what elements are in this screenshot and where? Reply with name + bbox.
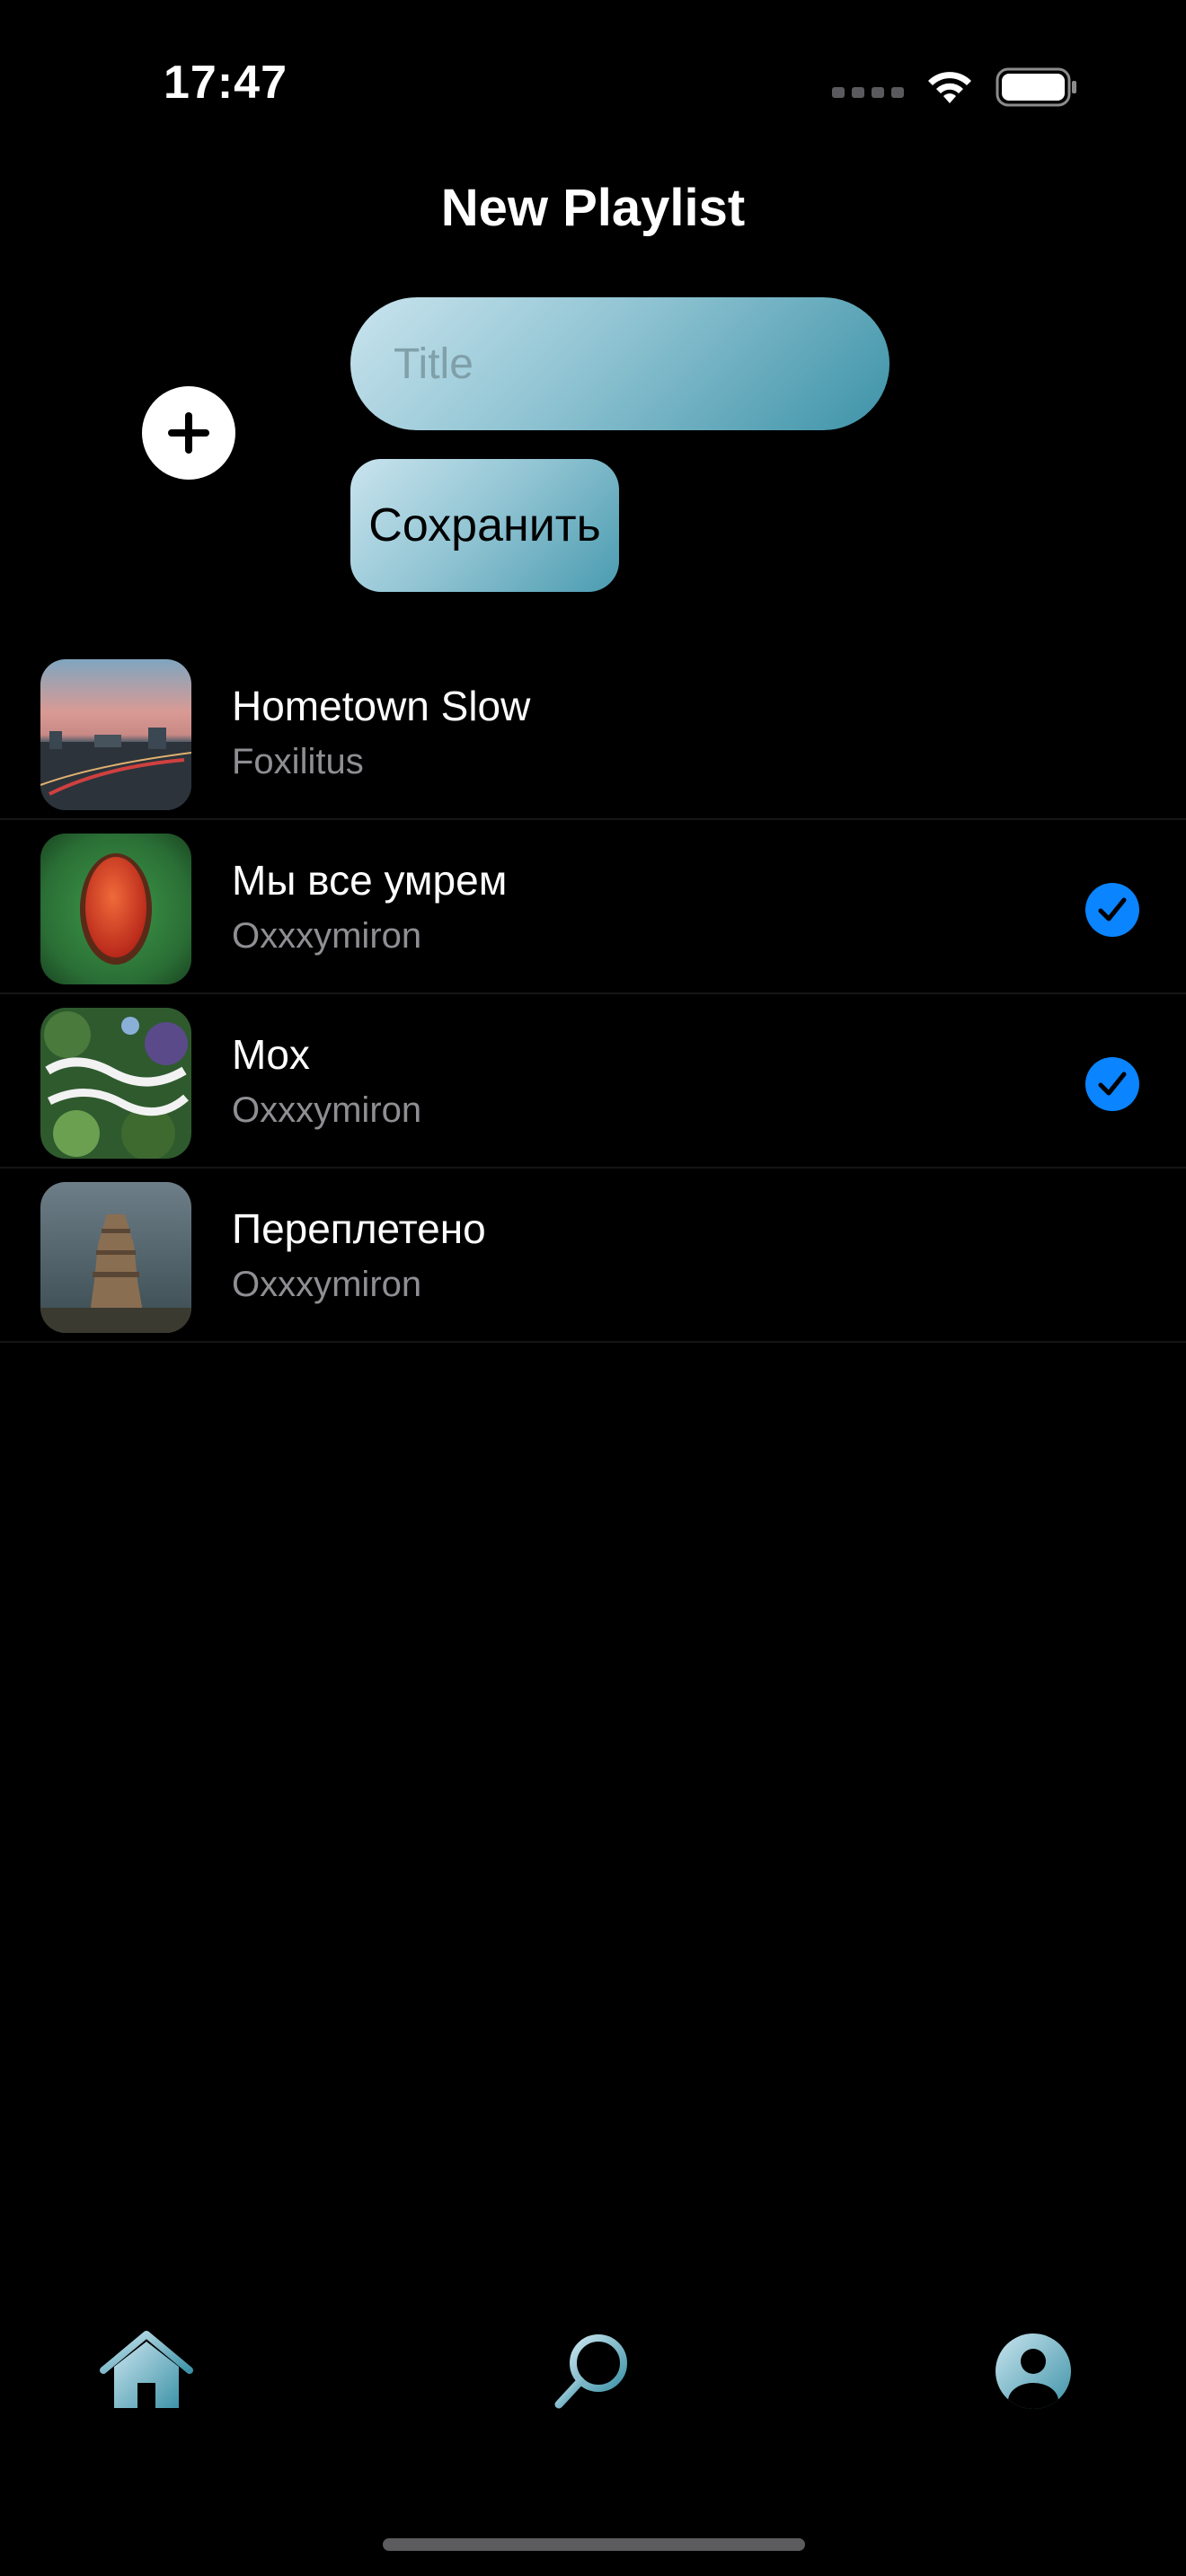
tab-bar bbox=[0, 2317, 1186, 2425]
track-artist: Oxxxymiron bbox=[232, 1265, 422, 1304]
track-title: Mox bbox=[232, 1031, 310, 1078]
album-cover bbox=[40, 1182, 191, 1333]
album-cover bbox=[40, 834, 191, 984]
home-indicator bbox=[383, 2538, 805, 2551]
album-cover bbox=[40, 659, 191, 810]
plus-icon bbox=[168, 412, 209, 454]
wifi-icon bbox=[924, 67, 976, 107]
track-title: Переплетено bbox=[232, 1205, 486, 1252]
battery-icon bbox=[996, 66, 1078, 108]
status-indicators bbox=[832, 63, 1078, 111]
playlist-title-input[interactable] bbox=[350, 297, 890, 430]
track-row[interactable]: Hometown Slow Foxilitus bbox=[0, 646, 1186, 820]
track-artist: Foxilitus bbox=[232, 742, 364, 781]
track-title: Мы все умрем bbox=[232, 857, 508, 904]
track-row[interactable]: Переплетено Oxxxymiron bbox=[0, 1169, 1186, 1343]
tab-profile[interactable] bbox=[979, 2317, 1087, 2425]
cellular-signal-icon bbox=[832, 87, 904, 98]
magnifying-glass-icon bbox=[554, 2334, 627, 2409]
checkmark-circle-icon[interactable] bbox=[1084, 882, 1140, 938]
house-icon bbox=[100, 2331, 193, 2408]
checkmark-circle-icon[interactable] bbox=[1084, 1056, 1140, 1112]
add-cover-button[interactable] bbox=[142, 386, 235, 480]
status-time: 17:47 bbox=[164, 57, 288, 109]
tab-home[interactable] bbox=[93, 2317, 200, 2425]
track-artist: Oxxxymiron bbox=[232, 1090, 422, 1130]
track-row[interactable]: Mox Oxxxymiron bbox=[0, 994, 1186, 1169]
person-circle-icon bbox=[996, 2333, 1071, 2409]
track-list: Hometown Slow Foxilitus Мы все умрем Oxx… bbox=[0, 646, 1186, 1343]
page-title: New Playlist bbox=[440, 179, 746, 237]
album-cover bbox=[40, 1008, 191, 1159]
tab-search[interactable] bbox=[538, 2317, 646, 2425]
track-row[interactable]: Мы все умрем Oxxxymiron bbox=[0, 820, 1186, 994]
track-title: Hometown Slow bbox=[232, 683, 531, 729]
save-button[interactable]: Сохранить bbox=[350, 459, 619, 592]
track-artist: Oxxxymiron bbox=[232, 916, 422, 956]
